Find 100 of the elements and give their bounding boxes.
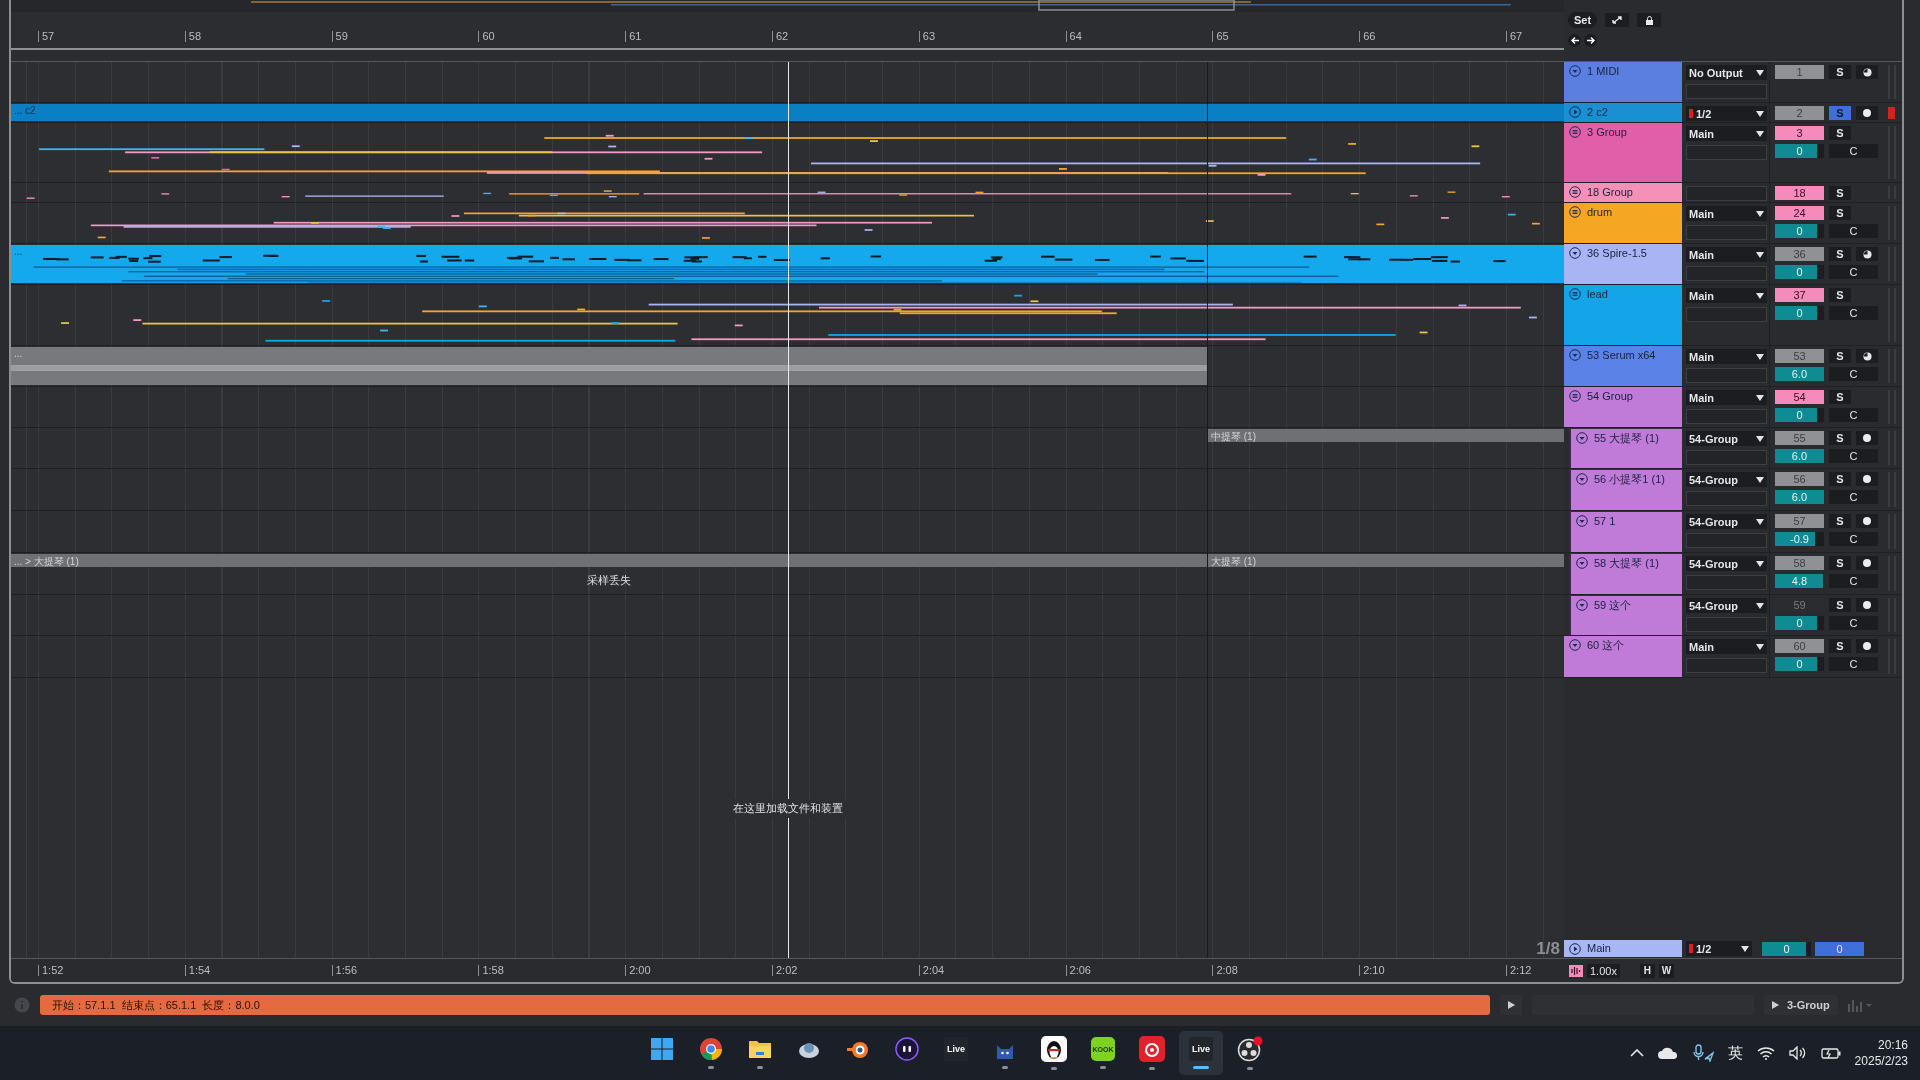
volume-field[interactable]: 6.0 [1775,449,1824,463]
volume-field[interactable]: -0.9 [1775,532,1824,546]
track-lane[interactable] [11,469,1564,511]
solo-button[interactable]: S [1829,206,1851,220]
arm-button[interactable] [1856,639,1878,653]
pan-field[interactable]: C [1829,574,1878,588]
track-lane[interactable] [11,595,1564,636]
routing-field[interactable] [1686,409,1767,424]
output-dropdown[interactable]: Main [1686,390,1767,405]
arm-button[interactable] [1856,598,1878,612]
clip[interactable]: ... > 大提琴 (1) 采样丢失 [11,554,1207,593]
set-button[interactable]: Set [1568,12,1598,28]
track-header[interactable]: 53 Serum x64 [1564,346,1682,386]
pan-field[interactable]: C [1829,224,1878,238]
track-header[interactable]: 60 这个 [1564,636,1682,677]
solo-button[interactable]: S [1829,472,1851,486]
track-header[interactable]: Main [1564,940,1682,957]
track-header[interactable]: drum [1564,203,1682,243]
track-header[interactable]: 56 小提琴1 (1) [1569,469,1682,510]
pan-field[interactable]: C [1829,616,1878,630]
output-dropdown[interactable]: 54-Group [1686,556,1767,571]
group-icon[interactable] [1569,126,1581,138]
volume-field[interactable]: 0 [1762,941,1811,956]
arm-button[interactable] [1856,556,1878,570]
collapse-icon[interactable] [1576,557,1588,569]
collapse-icon[interactable] [1576,599,1588,611]
volume-field[interactable]: 0 [1775,657,1824,671]
output-dropdown[interactable]: Main [1686,288,1767,303]
routing-field[interactable] [1686,225,1767,240]
routing-field[interactable] [1686,186,1767,201]
pan-field[interactable]: C [1829,657,1878,671]
routing-field[interactable] [1686,450,1767,465]
collapse-icon[interactable] [1576,473,1588,485]
solo-button[interactable]: S [1829,639,1851,653]
clock[interactable]: 20:16 2025/2/23 [1854,1037,1908,1069]
forward-button[interactable] [1584,34,1597,47]
output-dropdown[interactable]: 54-Group [1686,514,1767,529]
track-header[interactable]: 1 MIDI [1564,62,1682,102]
collapse-icon[interactable] [1569,247,1581,259]
track-header[interactable]: 3 Group [1564,123,1682,182]
back-button[interactable] [1568,34,1581,47]
output-dropdown[interactable]: 54-Group [1686,472,1767,487]
volume-field[interactable]: 0 [1775,306,1824,320]
track-header[interactable]: 57 1 [1569,511,1682,552]
solo-button[interactable]: S [1829,349,1851,363]
lock-button[interactable] [1637,13,1662,27]
routing-field[interactable] [1686,491,1767,506]
monitor-button[interactable] [1856,65,1878,79]
track-activator-button[interactable]: 3 [1775,126,1824,140]
volume-field[interactable]: 0 [1775,144,1824,158]
microphone-icon[interactable] [1691,1044,1714,1062]
collapse-icon[interactable] [1569,65,1581,77]
track-activator-button[interactable]: 18 [1775,186,1824,200]
pan-field[interactable]: C [1829,367,1878,381]
pan-field[interactable]: C [1829,265,1878,279]
output-dropdown[interactable]: Main [1686,126,1767,141]
solo-button[interactable]: S [1829,431,1851,445]
routing-field[interactable] [1686,145,1767,160]
volume-field[interactable]: 0 [1775,408,1824,422]
taskbar-app-button[interactable]: Live [1179,1031,1223,1075]
track-header[interactable]: 55 大提琴 (1) [1569,428,1682,468]
pan-field[interactable]: C [1829,490,1878,504]
expand-button[interactable] [1605,13,1630,27]
pan-field[interactable]: C [1829,449,1878,463]
chevron-up-icon[interactable] [1629,1049,1644,1057]
volume-field[interactable]: 6.0 [1775,490,1824,504]
track-lane[interactable]: ... > 大提琴 (1) 采样丢失 大提琴 (1) [11,553,1564,595]
pan-field[interactable]: C [1829,144,1878,158]
routing-field[interactable] [1686,84,1767,99]
track-header[interactable]: 54 Group [1564,387,1682,427]
play-icon[interactable] [1569,106,1581,118]
collapse-icon[interactable] [1576,515,1588,527]
track-activator-button[interactable]: 24 [1775,206,1824,220]
collapse-icon[interactable] [1569,639,1581,651]
solo-button[interactable]: S [1829,186,1851,200]
battery-icon[interactable] [1820,1047,1841,1059]
group-icon[interactable] [1569,206,1581,218]
pan-field[interactable]: C [1829,532,1878,546]
volume-field[interactable]: 0 [1775,265,1824,279]
routing-field[interactable] [1686,575,1767,590]
arm-button[interactable] [1856,431,1878,445]
volume-field[interactable]: 6.0 [1775,367,1824,381]
routing-field[interactable] [1686,266,1767,281]
output-dropdown[interactable]: No Output [1686,65,1767,80]
clip[interactable]: ... [11,245,1564,283]
output-dropdown[interactable]: 1/2 [1686,941,1752,956]
track-header[interactable]: 58 大提琴 (1) [1569,553,1682,594]
output-dropdown[interactable]: Main [1686,206,1767,221]
pan-field[interactable]: 0 [1815,941,1864,956]
grid-size-label[interactable]: 1/8 [1536,938,1560,959]
track-header[interactable]: lead [1564,285,1682,345]
output-dropdown[interactable]: 1/2 [1686,106,1767,121]
pan-field[interactable]: C [1829,408,1878,422]
arm-button[interactable] [1856,472,1878,486]
solo-button[interactable]: S [1829,514,1851,528]
track-header[interactable]: 18 Group [1564,183,1682,202]
solo-button[interactable]: S [1829,247,1851,261]
group-icon[interactable] [1569,288,1581,300]
collapse-icon[interactable] [1569,349,1581,361]
monitor-button[interactable] [1856,247,1878,261]
